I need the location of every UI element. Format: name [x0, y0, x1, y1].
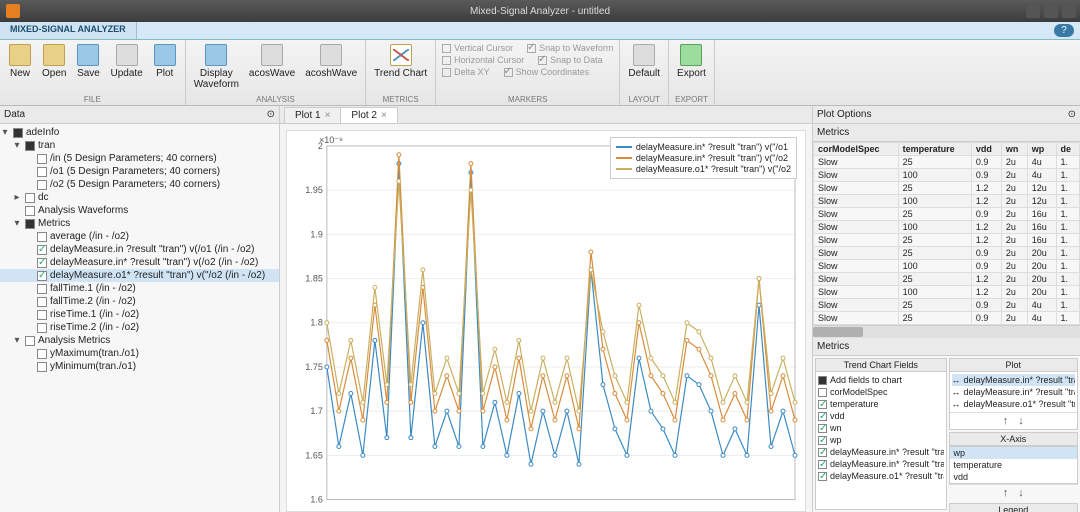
acoswave-button[interactable]: acosWave	[245, 42, 299, 81]
trend-chart-fields-box: Trend Chart Fields Add fields to chart c…	[815, 358, 947, 510]
svg-text:1.8: 1.8	[310, 318, 322, 328]
trend-chart[interactable]: ×10⁻⁹ 1.61.651.71.751.81.851.91.952 dela…	[286, 130, 806, 512]
metrics-title: Metrics	[817, 127, 849, 138]
table-row[interactable]: Slow250.92u4u1.	[814, 312, 1080, 325]
move-down-icon[interactable]: ↓	[1018, 415, 1024, 427]
ribbon-group-analysis: ANALYSIS	[190, 95, 361, 104]
metrics-table[interactable]: corModelSpectemperature vddwn wpde Slow2…	[813, 142, 1080, 326]
table-row[interactable]: Slow250.92u4u1.	[814, 299, 1080, 312]
ribbon: New Open Save Update Plot FILE Display W…	[0, 40, 1080, 106]
plot-series-item[interactable]: ↔ delayMeasure.in* ?result "tran") v("/o…	[952, 374, 1076, 386]
horizontal-cursor-check[interactable]: Horizontal Cursor	[440, 54, 526, 66]
plot-panel: Plot 1× Plot 2× ×10⁻⁹ 1.61.651.71.751.81…	[280, 106, 812, 512]
svg-text:2: 2	[318, 141, 323, 151]
plot-tab-1[interactable]: Plot 1×	[284, 107, 341, 123]
data-tree[interactable]: ▾adeInfo ▾tran /in (5 Design Parameters;…	[0, 124, 279, 512]
metrics-scrollbar[interactable]	[813, 326, 1080, 338]
svg-text:1.75: 1.75	[305, 362, 322, 372]
table-row[interactable]: Slow250.92u4u1.	[814, 156, 1080, 169]
svg-text:1.65: 1.65	[305, 450, 322, 460]
data-panel-title: Data	[4, 109, 25, 120]
move-up-icon[interactable]: ↑	[1003, 487, 1009, 499]
plot-tabs: Plot 1× Plot 2×	[280, 106, 812, 124]
table-row[interactable]: Slow250.92u20u1.	[814, 247, 1080, 260]
svg-text:1.9: 1.9	[310, 229, 322, 239]
ribbon-tab-bar: MIXED-SIGNAL ANALYZER ?	[0, 22, 1080, 40]
ribbon-group-markers: MARKERS	[440, 95, 615, 104]
plot-series-item[interactable]: ↔ delayMeasure.in* ?result "tran") v("/o…	[952, 386, 1076, 398]
table-row[interactable]: Slow251.22u12u1.	[814, 182, 1080, 195]
ribbon-group-file: FILE	[4, 95, 181, 104]
data-panel: Data ⊙ ▾adeInfo ▾tran /in (5 Design Param…	[0, 106, 280, 512]
move-up-icon[interactable]: ↑	[1003, 415, 1009, 427]
title-bar: Mixed-Signal Analyzer - untitled	[0, 0, 1080, 22]
svg-text:1.7: 1.7	[310, 406, 322, 416]
help-button[interactable]: ?	[1054, 24, 1074, 37]
trend-chart-button[interactable]: Trend Chart	[370, 42, 431, 81]
window-title: Mixed-Signal Analyzer - untitled	[470, 6, 610, 17]
open-button[interactable]: Open	[38, 42, 70, 81]
maximize-button[interactable]	[1044, 4, 1058, 18]
table-row[interactable]: Slow1000.92u4u1.	[814, 169, 1080, 182]
table-row[interactable]: Slow1001.22u12u1.	[814, 195, 1080, 208]
table-row[interactable]: Slow251.22u16u1.	[814, 234, 1080, 247]
table-row[interactable]: Slow1001.22u16u1.	[814, 221, 1080, 234]
table-row[interactable]: Slow1000.92u20u1.	[814, 260, 1080, 273]
vertical-cursor-check[interactable]: Vertical Cursor	[440, 42, 515, 54]
ribbon-tab-main[interactable]: MIXED-SIGNAL ANALYZER	[0, 22, 137, 39]
ribbon-group-metrics: METRICS	[370, 95, 431, 104]
plot-tab-2[interactable]: Plot 2×	[340, 107, 397, 123]
svg-text:1.85: 1.85	[305, 274, 322, 284]
plot-series-box: Plot ↔ delayMeasure.in* ?result "tran") …	[949, 358, 1079, 430]
plot-options-tab[interactable]: Plot Options	[817, 109, 871, 120]
panel-options-icon[interactable]: ⊙	[1068, 109, 1076, 120]
table-row[interactable]: Slow251.22u20u1.	[814, 273, 1080, 286]
acoshwave-button[interactable]: acoshWave	[301, 42, 361, 81]
close-icon[interactable]: ×	[381, 110, 387, 121]
plot-button[interactable]: Plot	[149, 42, 181, 81]
ribbon-group-layout: LAYOUT	[624, 95, 664, 104]
tree-item-selected[interactable]: delayMeasure.o1* ?result "tran") v("/o2 …	[0, 269, 279, 282]
close-icon[interactable]: ×	[325, 110, 331, 121]
move-down-icon[interactable]: ↓	[1018, 487, 1024, 499]
chart-legend: delayMeasure.in* ?result "tran") v("/o1 …	[610, 137, 797, 179]
table-row[interactable]: Slow1001.22u20u1.	[814, 286, 1080, 299]
show-coordinates-check[interactable]: Show Coordinates	[502, 66, 592, 78]
delta-xy-check[interactable]: Delta XY	[440, 66, 492, 78]
update-button[interactable]: Update	[106, 42, 146, 81]
ribbon-group-export: EXPORT	[673, 95, 710, 104]
panel-options-icon[interactable]: ⊙	[267, 109, 275, 120]
snap-data-check[interactable]: Snap to Data	[536, 54, 605, 66]
minimize-button[interactable]	[1026, 4, 1040, 18]
display-waveform-button[interactable]: Display Waveform	[190, 42, 243, 92]
snap-waveform-check[interactable]: Snap to Waveform	[525, 42, 615, 54]
app-logo-icon	[6, 4, 20, 18]
export-button[interactable]: Export	[673, 42, 710, 81]
close-button[interactable]	[1062, 4, 1076, 18]
plot-series-item[interactable]: ↔ delayMeasure.o1* ?result "tran") v("/o…	[952, 398, 1076, 410]
svg-text:1.6: 1.6	[310, 495, 322, 505]
x-axis-list[interactable]: wp temperature vdd	[949, 446, 1079, 484]
plot-options-panel: Plot Options ⊙ Metrics corModelSpectemper…	[812, 106, 1080, 512]
window-controls	[1026, 4, 1076, 18]
save-button[interactable]: Save	[72, 42, 104, 81]
new-button[interactable]: New	[4, 42, 36, 81]
svg-text:1.95: 1.95	[305, 185, 322, 195]
default-layout-button[interactable]: Default	[624, 42, 664, 81]
table-row[interactable]: Slow250.92u16u1.	[814, 208, 1080, 221]
